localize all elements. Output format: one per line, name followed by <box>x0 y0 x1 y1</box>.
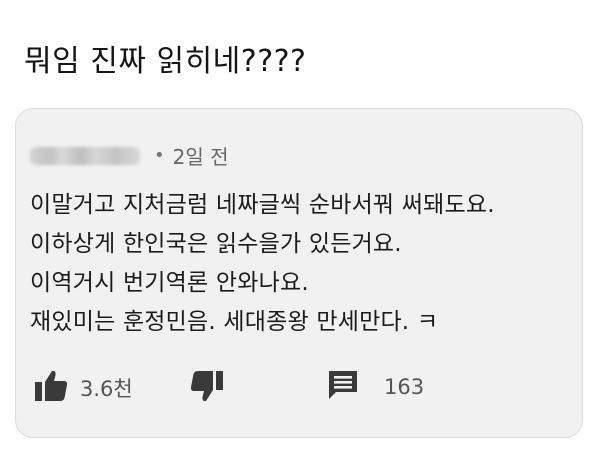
comment-body: 이말거고 지처금럼 네짜글씩 순바서꿔 써돼도요. 이하상게 한인국은 읽수을가… <box>30 186 495 342</box>
comment-line: 이역거시 번기역론 안와나요. <box>30 270 309 296</box>
comment-line: 이말거고 지처금럼 네짜글씩 순바서꿔 써돼도요. <box>30 192 495 218</box>
like-count: 3.6천 <box>80 377 133 401</box>
comment-line: 이하상게 한인국은 읽수을가 있든거요. <box>30 231 402 257</box>
dislike-button[interactable] <box>190 369 224 407</box>
comment-actions: 3.6천 163 <box>34 369 554 405</box>
thumbs-up-icon <box>34 369 68 407</box>
meta-separator: • <box>154 145 165 166</box>
comment-card: • 2일 전 이말거고 지처금럼 네짜글씩 순바서꿔 써돼도요. 이하상게 한인… <box>15 108 583 438</box>
reply-button[interactable]: 163 <box>328 369 424 405</box>
thumbs-down-icon <box>190 369 224 407</box>
comment-timestamp: 2일 전 <box>172 145 229 169</box>
comment-meta: • 2일 전 <box>30 141 229 170</box>
comment-line: 재있미는 훈정민음. 세대종왕 만세만다. ㅋ <box>30 309 439 335</box>
like-button[interactable]: 3.6천 <box>34 369 133 407</box>
author-name-blurred[interactable] <box>30 146 140 165</box>
reply-count: 163 <box>384 375 425 399</box>
post-title: 뭐임 진짜 읽히네???? <box>24 44 307 79</box>
page: 뭐임 진짜 읽히네???? • 2일 전 이말거고 지처금럼 네짜글씩 순바서꿔… <box>0 0 600 451</box>
comment-icon <box>328 369 358 405</box>
